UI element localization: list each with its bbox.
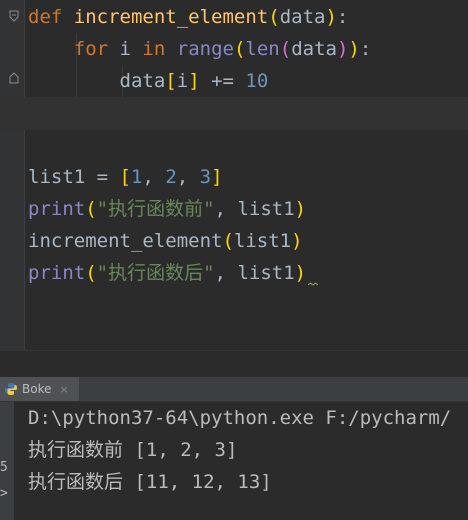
index: i: [176, 70, 189, 92]
code-line-3[interactable]: data[i] += 10: [28, 65, 269, 97]
current-line-highlight: [0, 97, 468, 130]
console-cn-text: 执行函数前: [28, 439, 124, 461]
builtin-print: print: [28, 262, 86, 284]
code-line-2[interactable]: for i in range(len(data)):: [28, 33, 372, 65]
run-tool-window-header: Boke ×: [0, 377, 468, 402]
code-line-5[interactable]: list1 = [1, 2, 3]: [28, 161, 223, 193]
paren: (: [279, 38, 292, 60]
arg: list1: [237, 262, 295, 284]
console-side-marker[interactable]: 5: [0, 460, 8, 475]
code-line-1[interactable]: def increment_element(data):: [28, 1, 348, 33]
arg: list1: [233, 230, 292, 252]
console-value: [11, 12, 13]: [123, 471, 272, 493]
function-name: increment_element: [73, 6, 269, 28]
bracket: [: [119, 166, 131, 188]
run-console[interactable]: 5 > D:\python37-64\python.exe F:/pycharm…: [0, 402, 468, 520]
keyword-def: def: [28, 6, 63, 28]
comma: ,: [176, 166, 200, 188]
warning-squiggle-icon: [308, 282, 318, 286]
number: 3: [199, 166, 212, 188]
arg: list1: [237, 198, 295, 220]
paren: (: [85, 198, 97, 220]
console-cn-text: 执行函数后: [28, 471, 124, 493]
console-side-marker[interactable]: >: [0, 486, 8, 501]
bracket: ]: [188, 70, 200, 92]
code-line-7[interactable]: increment_element(list1): [28, 225, 303, 257]
bracket: ]: [211, 166, 223, 188]
colon: :: [336, 6, 349, 28]
code-line-6[interactable]: print("执行函数前", list1): [28, 193, 306, 225]
paren: (: [85, 262, 97, 284]
run-tab[interactable]: Boke ×: [0, 377, 79, 401]
number: 2: [165, 166, 177, 188]
paren: ): [294, 262, 307, 284]
console-line-3: 执行函数后 [11, 12, 13]: [28, 466, 272, 498]
arg: data: [291, 38, 337, 60]
bracket: [: [165, 70, 177, 92]
paren: ): [291, 230, 303, 252]
builtin-len: len: [245, 38, 280, 60]
builtin-print: print: [28, 198, 86, 220]
paren: ): [294, 198, 307, 220]
string-literal: "执行函数前": [96, 198, 215, 220]
fold-marker-icon[interactable]: [9, 10, 19, 22]
operator: +=: [199, 70, 246, 92]
var-data: data: [119, 70, 166, 92]
builtin-range: range: [176, 38, 234, 60]
assign: list1 =: [28, 166, 120, 188]
close-icon[interactable]: ×: [59, 383, 68, 396]
keyword-for: for: [73, 38, 109, 60]
console-line-1: D:\python37-64\python.exe F:/pycharm/: [28, 407, 452, 429]
keyword-in: in: [142, 38, 166, 60]
run-tab-label: Boke: [22, 382, 52, 396]
python-icon: [5, 383, 17, 395]
number: 1: [130, 166, 143, 188]
console-line-2: 执行函数前 [1, 2, 3]: [28, 434, 237, 466]
comma: ,: [142, 166, 166, 188]
console-value: [1, 2, 3]: [123, 439, 238, 461]
paren: ): [348, 38, 360, 60]
string-literal: "执行函数后": [96, 262, 215, 284]
comma: ,: [214, 198, 238, 220]
paren: (: [222, 230, 234, 252]
colon: :: [359, 38, 372, 60]
panel-splitter[interactable]: [0, 350, 468, 378]
fold-marker-icon[interactable]: [9, 72, 19, 84]
paren: (: [268, 6, 280, 28]
code-editor[interactable]: def increment_element(data): for i in ra…: [0, 0, 468, 350]
comma: ,: [214, 262, 238, 284]
param: data: [279, 6, 326, 28]
paren: (: [233, 38, 246, 60]
function-call: increment_element: [28, 230, 223, 252]
code-line-8[interactable]: print("执行函数后", list1): [28, 257, 306, 289]
number: 10: [245, 70, 269, 92]
editor-gutter[interactable]: [0, 0, 25, 350]
paren: ): [325, 6, 337, 28]
loop-var: i: [108, 38, 143, 60]
console-gutter: 5 >: [0, 402, 14, 520]
paren: ): [336, 38, 349, 60]
